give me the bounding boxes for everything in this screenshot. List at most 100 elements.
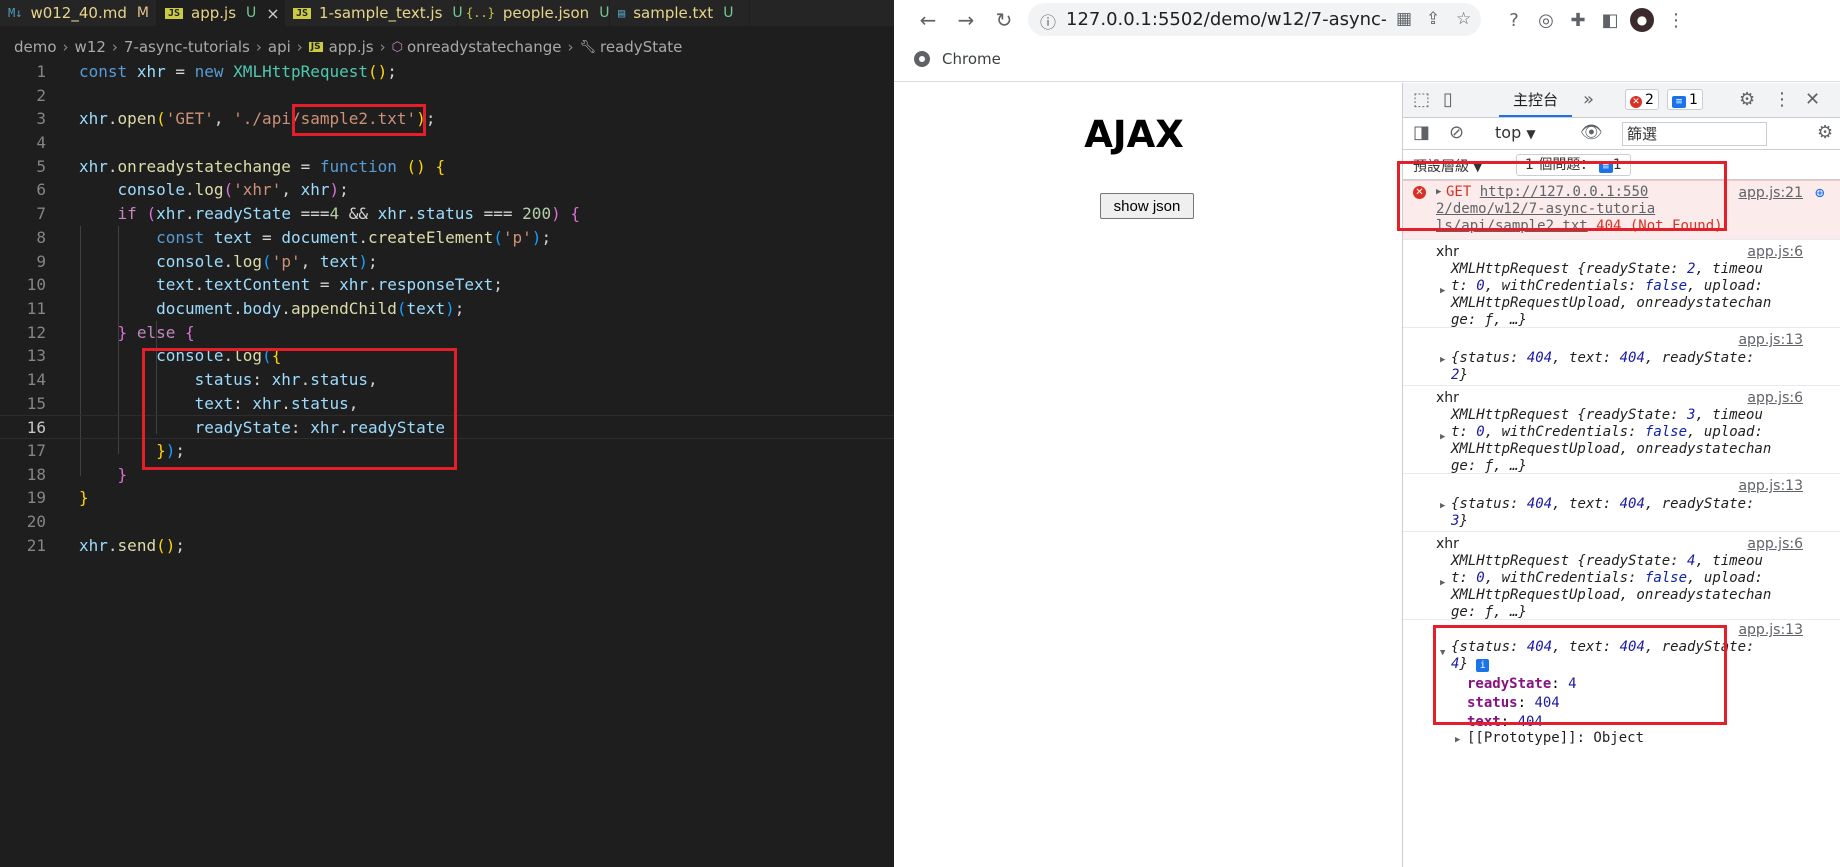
tab-app-js[interactable]: JS app.js U × xyxy=(157,0,285,26)
breadcrumb-item[interactable]: readyState xyxy=(600,38,682,56)
inspect-element-icon[interactable]: ⬚ xyxy=(1413,89,1430,110)
tab-people-json[interactable]: {..} people.json U xyxy=(458,0,610,26)
expand-triangle-icon[interactable]: ▶ xyxy=(1440,355,1445,365)
tab-console[interactable]: 主控台 xyxy=(1499,83,1573,117)
error-url[interactable]: ls/api/sample2.txt xyxy=(1436,218,1588,234)
url-text[interactable]: 127.0.0.1:5502/demo/w12/7-async-tutorial… xyxy=(1066,9,1386,30)
source-link[interactable]: app.js:21 xyxy=(1738,185,1803,201)
tab-w012-md[interactable]: M↓ w012_40.md M xyxy=(0,0,157,26)
breadcrumb-item[interactable]: 7-async-tutorials xyxy=(124,38,250,56)
tab-label: app.js xyxy=(191,4,237,22)
translate-icon[interactable]: ▦ xyxy=(1396,9,1412,29)
close-icon[interactable]: ✕ xyxy=(1805,89,1820,110)
puzzle-icon[interactable]: ✚ xyxy=(1566,8,1590,32)
extension-icon[interactable]: ◎ xyxy=(1534,8,1558,32)
bookmark-star-icon[interactable]: ☆ xyxy=(1456,9,1471,29)
console-error-message[interactable]: ✕ ▶ GET http://127.0.0.1:550 2/demo/w12/… xyxy=(1403,180,1840,240)
line-number: 7 xyxy=(36,204,46,224)
text-file-icon: ▤ xyxy=(618,6,626,20)
back-icon[interactable]: ← xyxy=(914,6,942,34)
source-link[interactable]: app.js:13 xyxy=(1738,332,1803,348)
line-number: 1 xyxy=(36,62,46,81)
search-issue-icon[interactable]: ⊕ xyxy=(1815,183,1825,202)
expand-triangle-icon[interactable]: ▶ xyxy=(1440,578,1445,588)
reload-icon[interactable]: ↻ xyxy=(990,6,1018,34)
breadcrumb-item[interactable]: w12 xyxy=(75,38,106,56)
code-text: console.log({ xyxy=(156,346,282,366)
tab-status: U xyxy=(246,5,257,21)
error-url[interactable]: http://127.0.0.1:550 xyxy=(1480,184,1649,200)
tab-status: U xyxy=(599,5,610,21)
address-bar[interactable]: ⓘ 127.0.0.1:5502/demo/w12/7-async-tutori… xyxy=(1028,3,1481,36)
code-area[interactable]: 1 const xhr = new XMLHttpRequest(); 2 3 xh… xyxy=(0,60,894,557)
more-tabs-icon[interactable]: » xyxy=(1583,89,1594,110)
line-number: 9 xyxy=(36,251,46,271)
side-panel-icon[interactable]: ◧ xyxy=(1598,8,1622,32)
bookmark-item[interactable]: Chrome xyxy=(942,50,1001,68)
gear-icon[interactable]: ⚙ xyxy=(1739,89,1755,110)
breadcrumb-item[interactable]: app.js xyxy=(329,38,374,56)
breadcrumb-item[interactable]: api xyxy=(268,38,291,56)
code-text: } xyxy=(79,488,89,508)
tab-1-sample-text-js[interactable]: JS 1-sample_text.js U xyxy=(285,0,463,26)
source-link[interactable]: app.js:6 xyxy=(1747,536,1803,552)
breadcrumb-item[interactable]: onreadystatechange xyxy=(407,38,562,56)
expand-triangle-icon[interactable]: ▶ xyxy=(1440,432,1445,442)
editor-tab-bar: M↓ w012_40.md M JS app.js U × JS 1-sampl… xyxy=(0,0,894,26)
console-log-message[interactable]: xhr app.js:6 ▶ XMLHttpRequest {readyStat… xyxy=(1403,386,1840,474)
close-icon[interactable]: × xyxy=(266,4,279,23)
kebab-menu-icon[interactable]: ⋮ xyxy=(1773,89,1791,110)
console-log-message[interactable]: app.js:13 ▶ {status: 404, text: 404, rea… xyxy=(1403,474,1840,532)
console-output[interactable]: ✕ ▶ GET http://127.0.0.1:550 2/demo/w12/… xyxy=(1403,180,1840,867)
code-editor: M↓ w012_40.md M JS app.js U × JS 1-sampl… xyxy=(0,0,894,867)
issues-button[interactable]: 1 個問題： ≡ 1 xyxy=(1516,154,1631,176)
forward-icon[interactable]: → xyxy=(952,6,980,34)
code-text: const xhr = new XMLHttpRequest(); xyxy=(79,62,397,81)
code-line: 5 xhr.onreadystatechange = function () { xyxy=(0,155,894,179)
code-line: 7 if (xhr.readyState ===4 && xhr.status … xyxy=(0,202,894,226)
expand-triangle-icon[interactable]: ▶ xyxy=(1455,735,1460,745)
expand-triangle-icon[interactable]: ▶ xyxy=(1440,501,1445,511)
eye-icon[interactable]: 👁︎ xyxy=(1580,122,1603,143)
console-log-message[interactable]: xhr app.js:6 ▶ XMLHttpRequest {readyStat… xyxy=(1403,532,1840,620)
source-link[interactable]: app.js:13 xyxy=(1738,622,1803,638)
help-extension-icon[interactable]: ? xyxy=(1502,8,1526,32)
context-selector[interactable]: top ▼ xyxy=(1495,123,1536,142)
breadcrumb-item[interactable]: demo xyxy=(14,38,57,56)
expand-triangle-icon[interactable]: ▶ xyxy=(1440,286,1445,296)
code-line: 17 }); xyxy=(0,439,894,463)
tab-sample-txt[interactable]: ▤ sample.txt U xyxy=(610,0,750,26)
code-text: xhr.send(); xyxy=(79,535,185,555)
issues-label: 1 個問題： xyxy=(1525,157,1595,173)
error-url[interactable]: 2/demo/w12/7-async-tutoria xyxy=(1436,201,1655,218)
prop-key: readyState xyxy=(1467,676,1552,692)
code-line: 9 console.log('p', text); xyxy=(0,250,894,274)
share-icon[interactable]: ⇪ xyxy=(1426,9,1440,29)
device-toolbar-icon[interactable]: ▯ xyxy=(1443,89,1453,110)
chrome-icon xyxy=(914,51,930,67)
avatar[interactable]: ● xyxy=(1630,8,1654,32)
console-toolbar: ◨ ⊘ top ▼ 👁︎ 篩選 ⚙ xyxy=(1403,118,1840,150)
console-log-message[interactable]: app.js:13 ▶ {status: 404, text: 404, rea… xyxy=(1403,328,1840,386)
prototype-entry[interactable]: [[Prototype]]: Object xyxy=(1467,730,1644,746)
filter-input[interactable]: 篩選 xyxy=(1622,122,1767,146)
source-link[interactable]: app.js:6 xyxy=(1747,244,1803,260)
console-log-message-expanded[interactable]: app.js:13 ▼ {status: 404, text: 404, rea… xyxy=(1403,620,1840,770)
info-count-badge[interactable]: ≡ 1 xyxy=(1667,89,1703,110)
tab-label: 1-sample_text.js xyxy=(319,4,443,22)
error-count-badge[interactable]: ✕ 2 xyxy=(1625,89,1659,110)
source-link[interactable]: app.js:6 xyxy=(1747,390,1803,406)
collapse-triangle-icon[interactable]: ▼ xyxy=(1440,648,1445,658)
sidebar-toggle-icon[interactable]: ◨ xyxy=(1413,122,1430,143)
expand-triangle-icon[interactable]: ▶ xyxy=(1436,187,1441,197)
clear-console-icon[interactable]: ⊘ xyxy=(1449,122,1464,143)
gear-icon[interactable]: ⚙ xyxy=(1817,122,1833,143)
log-levels-dropdown[interactable]: 預設層級 ▼ xyxy=(1413,156,1482,176)
console-log-message[interactable]: xhr app.js:6 ▶ XMLHttpRequest {readyStat… xyxy=(1403,240,1840,328)
line-number: 16 xyxy=(26,418,46,438)
more-menu-icon[interactable]: ⋮ xyxy=(1664,8,1688,32)
log-label: xhr xyxy=(1436,244,1459,260)
show-json-button[interactable]: show json xyxy=(1100,193,1194,219)
source-link[interactable]: app.js:13 xyxy=(1738,478,1803,494)
site-info-icon[interactable]: ⓘ xyxy=(1040,9,1056,33)
